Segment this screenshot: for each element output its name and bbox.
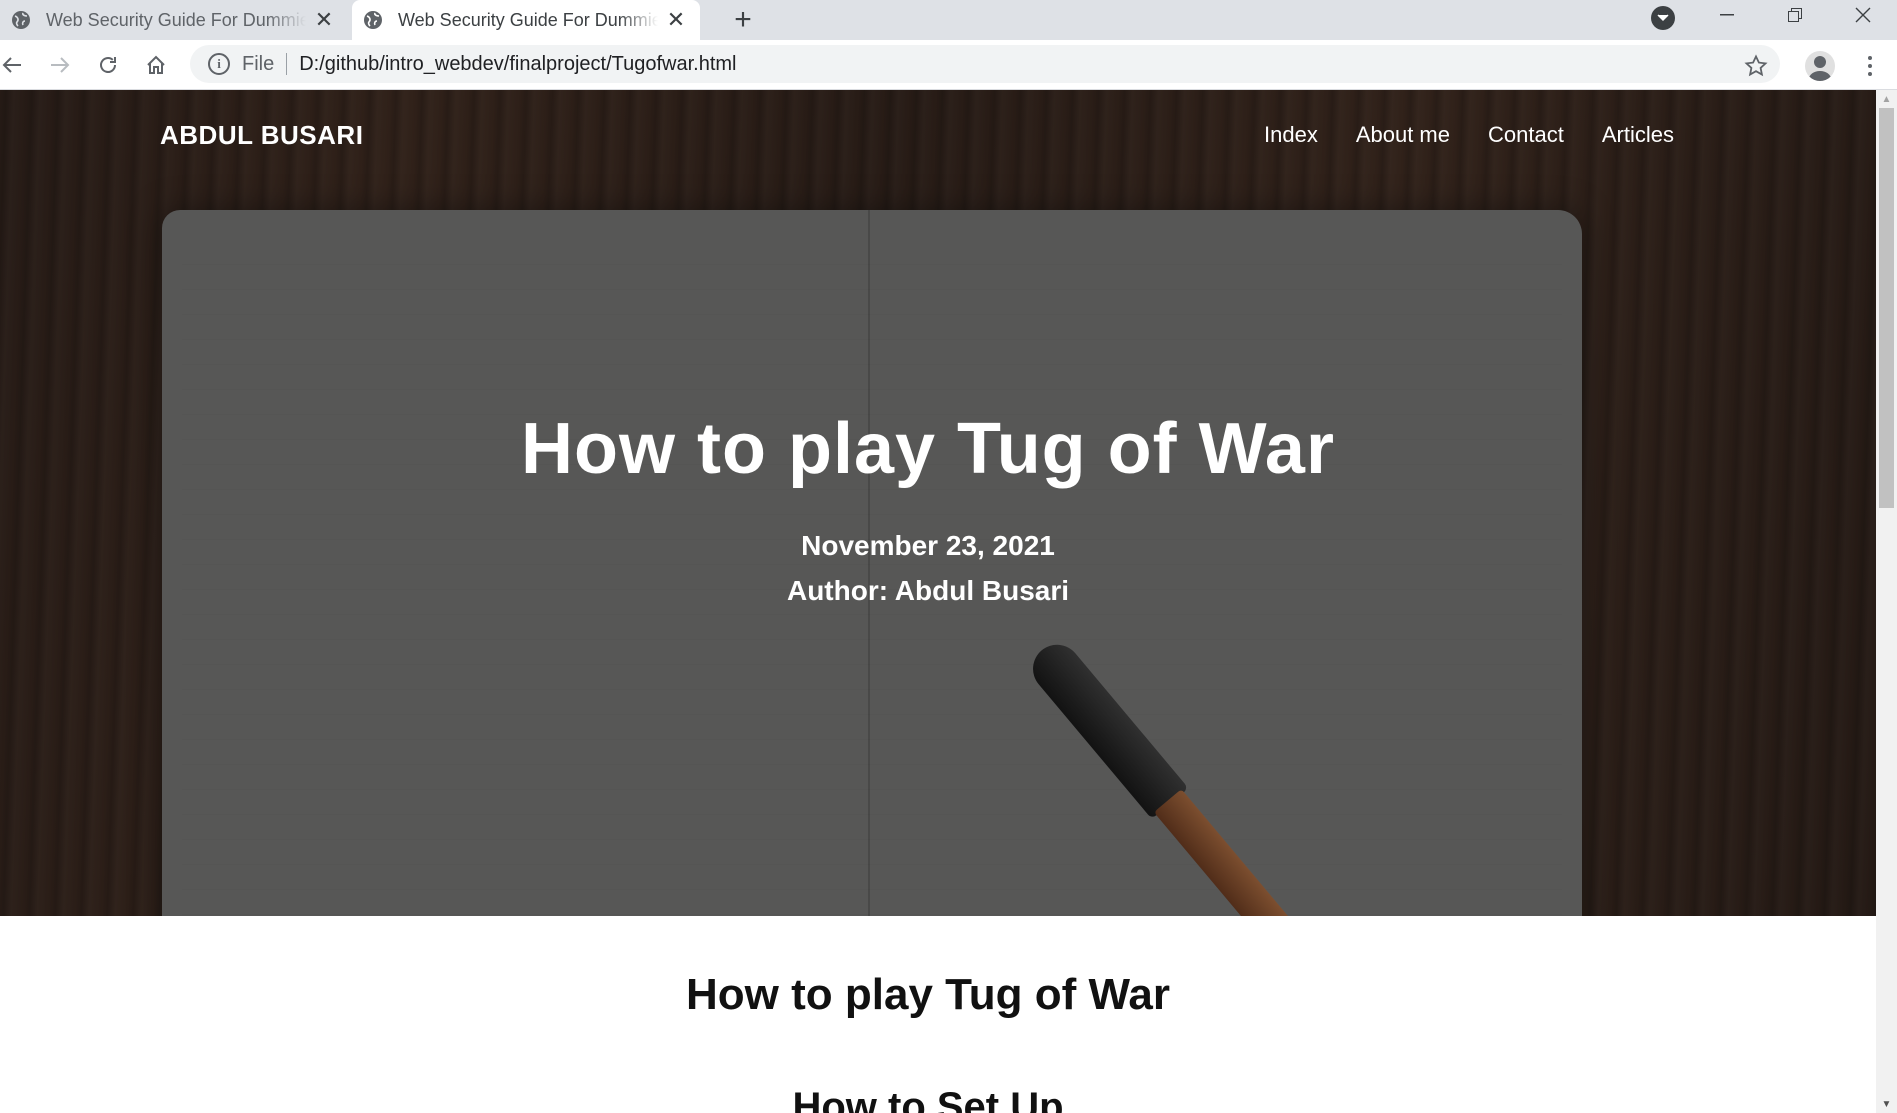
nav-link-about-me[interactable]: About me [1356, 122, 1450, 148]
forward-arrow-icon[interactable] [44, 49, 76, 81]
globe-icon [10, 9, 32, 31]
article-title: How to play Tug of War [686, 970, 1170, 1019]
hero-section: ABDUL BUSARI Index About me Contact Arti… [0, 90, 1876, 916]
site-nav: Index About me Contact Articles [1264, 122, 1674, 148]
hero-heading: How to play Tug of War [521, 409, 1335, 489]
minimize-icon[interactable] [1694, 0, 1760, 30]
browser-tab[interactable]: Web Security Guide For Dummies ✕ [0, 0, 348, 40]
reload-icon[interactable] [92, 49, 124, 81]
close-icon[interactable]: ✕ [312, 7, 336, 32]
page-viewport: ABDUL BUSARI Index About me Contact Arti… [0, 90, 1876, 1113]
hero-overlay [0, 90, 1876, 916]
scroll-thumb[interactable] [1879, 108, 1894, 508]
tab-title: Web Security Guide For Dummies [398, 9, 658, 30]
post-date: November 23, 2021 [801, 530, 1055, 561]
site-brand-link[interactable]: ABDUL BUSARI [160, 120, 363, 151]
new-tab-button[interactable]: + [727, 3, 759, 36]
tab-title: Web Security Guide For Dummies [46, 9, 306, 30]
nav-link-articles[interactable]: Articles [1602, 122, 1674, 148]
scroll-down-arrow-icon[interactable]: ▼ [1876, 1095, 1897, 1113]
bookmark-star-icon[interactable] [1742, 52, 1770, 80]
tab-search-icon[interactable] [1651, 6, 1675, 30]
info-icon[interactable]: i [208, 53, 230, 75]
browser-tab-strip: Web Security Guide For Dummies ✕ Web Sec… [0, 0, 1897, 40]
nav-link-index[interactable]: Index [1264, 122, 1318, 148]
globe-icon [362, 9, 384, 31]
restore-icon[interactable] [1762, 0, 1828, 30]
article-subtitle: How to Set Up [792, 1085, 1064, 1113]
menu-kebab-icon[interactable] [1858, 51, 1882, 81]
home-icon[interactable] [140, 49, 172, 81]
window-close-icon[interactable] [1830, 0, 1896, 30]
post-author: Author: Abdul Busari [786, 575, 1070, 606]
browser-tab-active[interactable]: Web Security Guide For Dummies ✕ [352, 0, 700, 40]
close-icon[interactable]: ✕ [664, 7, 688, 32]
nav-link-contact[interactable]: Contact [1488, 122, 1564, 148]
url-text[interactable]: D:/github/intro_webdev/finalproject/Tugo… [299, 53, 736, 76]
scheme-label: File [242, 52, 275, 75]
profile-avatar-icon[interactable] [1805, 51, 1835, 81]
scroll-up-arrow-icon[interactable]: ▲ [1876, 90, 1897, 108]
address-bar[interactable]: i File D:/github/intro_webdev/finalproje… [190, 45, 1780, 83]
back-arrow-icon[interactable] [0, 49, 28, 81]
browser-toolbar: i File D:/github/intro_webdev/finalproje… [0, 40, 1897, 90]
page-scrollbar[interactable]: ▲ ▼ [1876, 90, 1897, 1113]
omnibox-divider [286, 53, 288, 75]
